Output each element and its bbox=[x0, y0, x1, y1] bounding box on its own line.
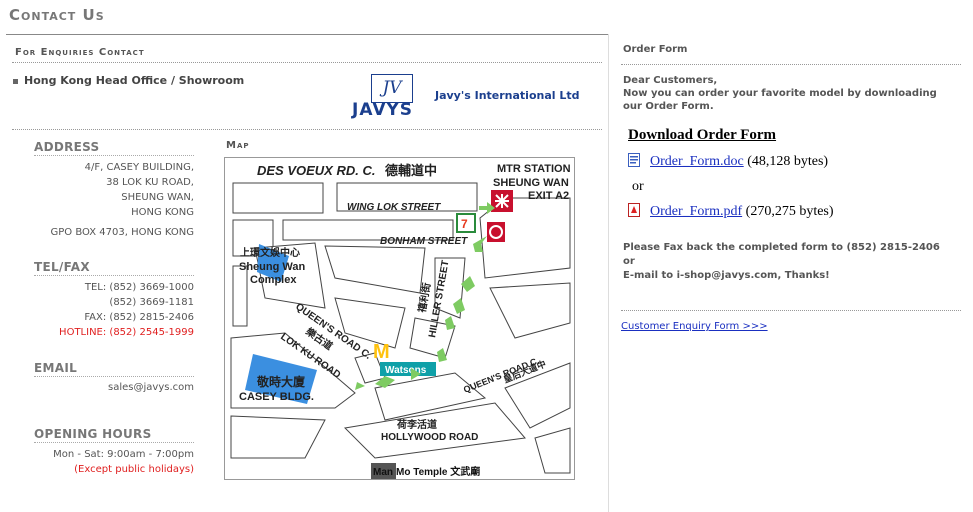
map-mtr-label: EXIT A2 bbox=[528, 190, 569, 202]
order-intro-line: Now you can order your favorite model by… bbox=[623, 88, 937, 99]
fax-instructions: Please Fax back the completed form to (8… bbox=[623, 241, 953, 283]
column-divider bbox=[608, 34, 609, 512]
map-road-label: WING LOK STREET bbox=[347, 202, 441, 213]
doc-download-row: Order_Form.doc (48,128 bytes) bbox=[628, 153, 828, 170]
enquiry-divider bbox=[621, 310, 961, 311]
doc-download-link[interactable]: Order_Form.doc bbox=[650, 154, 744, 169]
map-road-label-cn: 德輔道中 bbox=[385, 163, 437, 178]
email-address: sales@javys.com bbox=[108, 382, 194, 393]
subtitle-divider bbox=[12, 62, 602, 63]
map-road-label: BONHAM STREET bbox=[380, 236, 468, 247]
email-divider bbox=[34, 376, 194, 377]
map-mtr-label: SHEUNG WAN bbox=[493, 177, 569, 189]
address-line: SHEUNG WAN, bbox=[121, 192, 194, 203]
customer-enquiry-link[interactable]: Customer Enquiry Form >>> bbox=[621, 321, 768, 332]
map-building-label: CASEY BLDG. bbox=[239, 391, 314, 403]
logo-monogram: JV bbox=[371, 74, 413, 103]
order-form-title: Order Form bbox=[623, 44, 688, 55]
address-line: 38 LOK KU ROAD, bbox=[106, 177, 194, 188]
or-text: or bbox=[632, 179, 644, 194]
hours-note: (Except public holidays) bbox=[74, 464, 194, 475]
company-name: Javy's International Ltd bbox=[435, 89, 580, 102]
telfax-block: TEL: (852) 3669-1000 (852) 3669-1181 FAX… bbox=[59, 280, 194, 340]
fax-line: Please Fax back the completed form to (8… bbox=[623, 242, 940, 267]
enquiries-subtitle: For Enquiries Contact bbox=[15, 47, 145, 58]
word-doc-icon bbox=[628, 153, 640, 167]
tel-line: (852) 3669-1181 bbox=[109, 297, 194, 308]
map-mtr-label: MTR STATION bbox=[497, 163, 571, 175]
page-title: Contact Us bbox=[9, 6, 105, 24]
map-road-label: HOLLYWOOD ROAD bbox=[381, 432, 478, 443]
tel-line: TEL: (852) 3669-1000 bbox=[84, 282, 194, 293]
doc-size: (48,128 bytes) bbox=[743, 154, 829, 169]
pdf-size: (270,275 bytes) bbox=[742, 204, 834, 219]
bullet-icon bbox=[13, 78, 18, 84]
fax-line: FAX: (852) 2815-2406 bbox=[84, 312, 194, 323]
order-intro-line: our Order Form. bbox=[623, 101, 714, 112]
map-road-label-cn: 荷李活道 bbox=[396, 418, 437, 431]
location-map: DES VOEUX RD. C. 德輔道中 MTR STATION SHEUNG… bbox=[224, 157, 575, 480]
email-heading: EMAIL bbox=[34, 361, 78, 375]
office-heading-text: Hong Kong Head Office / Showroom bbox=[24, 74, 245, 87]
telfax-heading: TEL/FAX bbox=[34, 260, 90, 274]
pdf-download-row: Order_Form.pdf (270,275 bytes) bbox=[628, 203, 834, 220]
map-building-label-cn: 敬時大廈 bbox=[256, 374, 305, 389]
header-divider bbox=[12, 129, 602, 130]
address-block: 4/F, CASEY BUILDING, 38 LOK KU ROAD, SHE… bbox=[85, 160, 194, 220]
mcdonalds-icon: M bbox=[373, 341, 390, 363]
order-divider bbox=[621, 64, 961, 65]
hours-heading: OPENING HOURS bbox=[34, 427, 152, 441]
fax-line: E-mail to i-shop@javys.com, Thanks! bbox=[623, 270, 830, 281]
pdf-download-link[interactable]: Order_Form.pdf bbox=[650, 204, 742, 219]
order-intro-line: Dear Customers, bbox=[623, 75, 718, 86]
order-intro: Dear Customers, Now you can order your f… bbox=[623, 74, 943, 113]
hours-schedule: Mon - Sat: 9:00am - 7:00pm bbox=[53, 449, 194, 460]
hotline-line: HOTLINE: (852) 2545-1999 bbox=[59, 327, 194, 338]
map-label: Map bbox=[226, 140, 250, 151]
hours-divider bbox=[34, 442, 194, 443]
temple-label-a: Man bbox=[373, 467, 393, 478]
po-box: GPO BOX 4703, HONG KONG bbox=[50, 227, 195, 238]
logo-wordmark: JAVYS bbox=[352, 100, 414, 120]
address-line: 4/F, CASEY BUILDING, bbox=[84, 162, 194, 173]
pdf-icon bbox=[628, 203, 640, 217]
temple-label-b: Mo Temple 文武廟 bbox=[396, 465, 480, 478]
telfax-divider bbox=[34, 275, 194, 276]
title-divider bbox=[6, 34, 608, 35]
svg-text:7: 7 bbox=[461, 217, 468, 231]
address-heading: ADDRESS bbox=[34, 140, 100, 154]
map-place-label: Sheung Wan bbox=[239, 261, 305, 273]
map-place-label-cn: 上環文娛中心 bbox=[240, 246, 300, 259]
map-place-label: Complex bbox=[250, 274, 297, 286]
address-divider bbox=[34, 155, 194, 156]
hours-block: Mon - Sat: 9:00am - 7:00pm (Except publi… bbox=[53, 447, 194, 477]
watsons-label: Watsons bbox=[385, 365, 427, 376]
office-heading: Hong Kong Head Office / Showroom bbox=[13, 74, 244, 87]
address-line: HONG KONG bbox=[131, 207, 194, 218]
map-road-label: DES VOEUX RD. C. bbox=[257, 163, 375, 178]
download-title: Download Order Form bbox=[628, 127, 777, 143]
